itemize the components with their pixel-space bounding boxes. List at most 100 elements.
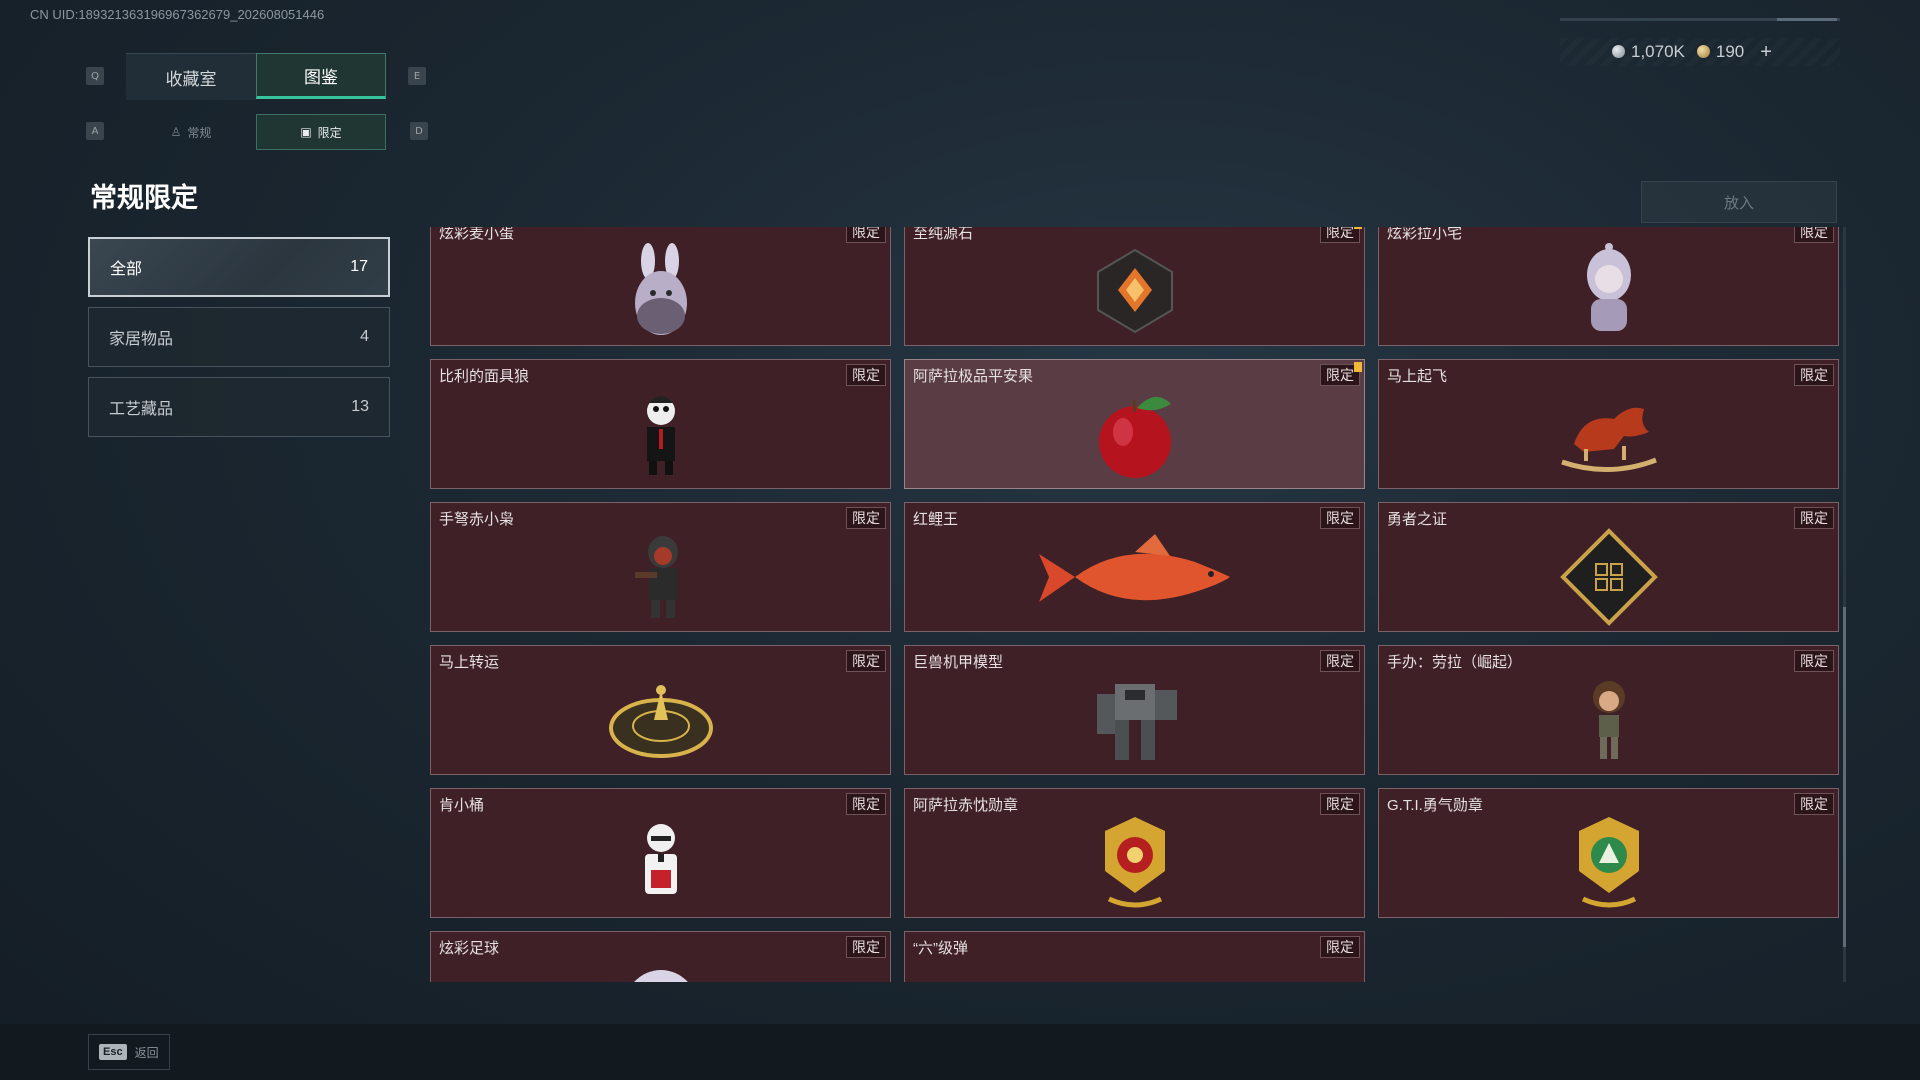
mech-icon — [1096, 684, 1177, 760]
key-hint-e: E — [408, 67, 426, 85]
main-tabs: 收藏室 图鉴 — [126, 53, 386, 100]
back-label: 返回 — [134, 1045, 159, 1060]
colonel-figure-icon — [644, 824, 677, 894]
category-label: 家居物品 — [109, 331, 174, 348]
item-card[interactable]: 巨兽机甲模型 限定 — [904, 645, 1365, 775]
limited-badge: 限定 — [846, 793, 886, 815]
lara-figure-icon — [1592, 681, 1625, 759]
limited-badge: 限定 — [1794, 507, 1834, 529]
item-name: 阿萨拉赤忱勋章 — [913, 797, 1019, 814]
item-card[interactable]: 比利的面具狼 限定 — [430, 359, 891, 489]
item-name: 巨兽机甲模型 — [913, 654, 1004, 671]
item-name: 马上起飞 — [1387, 368, 1448, 385]
limited-badge: 限定 — [1320, 507, 1360, 529]
item-card[interactable]: 肯小桶 限定 — [430, 788, 891, 918]
item-name: 勇者之证 — [1387, 511, 1448, 528]
limited-badge: 限定 — [1320, 936, 1360, 958]
limited-badge: 限定 — [1320, 793, 1360, 815]
item-card[interactable]: 炫彩足球 限定 — [430, 931, 891, 982]
silver-coin-icon — [1612, 45, 1625, 58]
subtab-limited[interactable]: ▣ 限定 — [256, 114, 386, 150]
carp-icon — [1038, 534, 1230, 602]
item-card[interactable]: 炫彩拉小宅 限定 — [1378, 227, 1839, 346]
diamond-plaque-icon — [1559, 528, 1658, 626]
item-card[interactable]: 手办：劳拉（崛起） 限定 — [1378, 645, 1839, 775]
scrollbar-thumb[interactable] — [1843, 607, 1846, 947]
top-progress-line — [1560, 18, 1840, 21]
add-currency-button[interactable]: + — [1760, 41, 1772, 64]
footer-bar — [0, 1024, 1920, 1080]
page-title: 常规限定 — [90, 183, 198, 213]
item-name: 手弩赤小枭 — [439, 511, 515, 528]
limited-badge: 限定 — [846, 650, 886, 672]
item-card[interactable]: 勇者之证 限定 — [1378, 502, 1839, 632]
back-button[interactable]: Esc 返回 — [88, 1034, 170, 1070]
tab-codex[interactable]: 图鉴 — [256, 53, 386, 99]
item-name: 炫彩麦小蛋 — [439, 227, 515, 242]
subtab-regular[interactable]: ♙ 常规 — [126, 114, 256, 150]
shell-icon — [1085, 966, 1185, 982]
item-name: “六”级弹 — [913, 940, 968, 957]
item-name: G.T.I.勇气勋章 — [1387, 797, 1483, 814]
item-card[interactable]: 阿萨拉赤忱勋章 限定 — [904, 788, 1365, 918]
subtab-limited-label: 限定 — [317, 125, 342, 140]
item-name: 红鲤王 — [913, 511, 959, 528]
limited-badge: 限定 — [1794, 364, 1834, 386]
category-all[interactable]: 全部 17 — [88, 237, 390, 297]
tab-collection-room[interactable]: 收藏室 — [126, 53, 256, 100]
rocking-horse-icon — [1560, 407, 1657, 472]
image-icon: ▣ — [300, 125, 312, 139]
red-medal-icon — [1104, 817, 1165, 908]
category-count: 4 — [360, 328, 369, 345]
category-count: 17 — [350, 258, 368, 275]
category-label: 工艺藏品 — [109, 401, 174, 418]
item-card[interactable]: 红鲤王 限定 — [904, 502, 1365, 632]
item-card[interactable]: 马上转运 限定 — [430, 645, 891, 775]
item-grid[interactable]: 炫彩麦小蛋 限定 至纯源石 限定 炫彩拉小宅 限定 比利的面具狼 限定 阿萨拉极… — [430, 227, 1840, 982]
item-card[interactable]: 手弩赤小枭 限定 — [430, 502, 891, 632]
gold-amount: 190 — [1715, 42, 1745, 61]
gold-currency: 190 — [1696, 42, 1745, 62]
puppet-figure-icon — [646, 396, 675, 475]
item-card[interactable]: 炫彩麦小蛋 限定 — [430, 227, 891, 346]
item-name: 至纯源石 — [913, 227, 974, 242]
category-count: 13 — [351, 398, 369, 415]
limited-badge: 限定 — [846, 364, 886, 386]
item-card[interactable]: 阿萨拉极品平安果 限定 — [904, 359, 1365, 489]
category-label: 全部 — [110, 261, 143, 278]
gold-coin-icon — [1696, 45, 1710, 58]
key-hint-q: Q — [86, 67, 104, 85]
item-name: 马上转运 — [439, 654, 500, 671]
category-crafts[interactable]: 工艺藏品 13 — [88, 377, 390, 437]
hooded-soldier-icon — [634, 536, 678, 618]
item-name: 比利的面具狼 — [439, 368, 530, 385]
category-household[interactable]: 家居物品 4 — [88, 307, 390, 367]
apple-icon — [1098, 396, 1171, 478]
limited-badge: 限定 — [1794, 650, 1834, 672]
egg-bunny-icon — [634, 243, 687, 335]
silver-currency: 1,070K — [1612, 42, 1685, 62]
item-name: 炫彩拉小宅 — [1387, 227, 1463, 242]
limited-badge: 限定 — [846, 507, 886, 529]
key-hint-d: D — [410, 122, 428, 140]
subtab-regular-label: 常规 — [187, 125, 212, 140]
item-card[interactable]: 马上起飞 限定 — [1378, 359, 1839, 489]
sub-tabs: ♙ 常规 ▣ 限定 — [126, 114, 386, 150]
key-hint-a: A — [86, 122, 104, 140]
green-medal-icon — [1578, 817, 1639, 908]
crystal-icon — [1096, 248, 1173, 334]
limited-badge: 限定 — [1794, 227, 1834, 243]
item-card[interactable]: G.T.I.勇气勋章 限定 — [1378, 788, 1839, 918]
uid-label: CN UID:18932136319696736267​9_2026080514… — [30, 7, 325, 22]
golden-wheel-icon — [608, 685, 713, 758]
currency-bar: 1,070K 190 + — [1560, 38, 1840, 66]
item-name: 炫彩足球 — [439, 940, 500, 957]
item-card[interactable]: “六”级弹 限定 — [904, 931, 1365, 982]
hooded-figure-icon — [1586, 243, 1631, 331]
item-card[interactable]: 至纯源石 限定 — [904, 227, 1365, 346]
silver-amount: 1,070K — [1631, 42, 1685, 61]
esc-key-hint: Esc — [99, 1044, 127, 1060]
grid-scrollbar[interactable] — [1843, 227, 1846, 982]
put-in-button[interactable]: 放入 — [1641, 181, 1837, 223]
football-icon — [633, 970, 688, 982]
